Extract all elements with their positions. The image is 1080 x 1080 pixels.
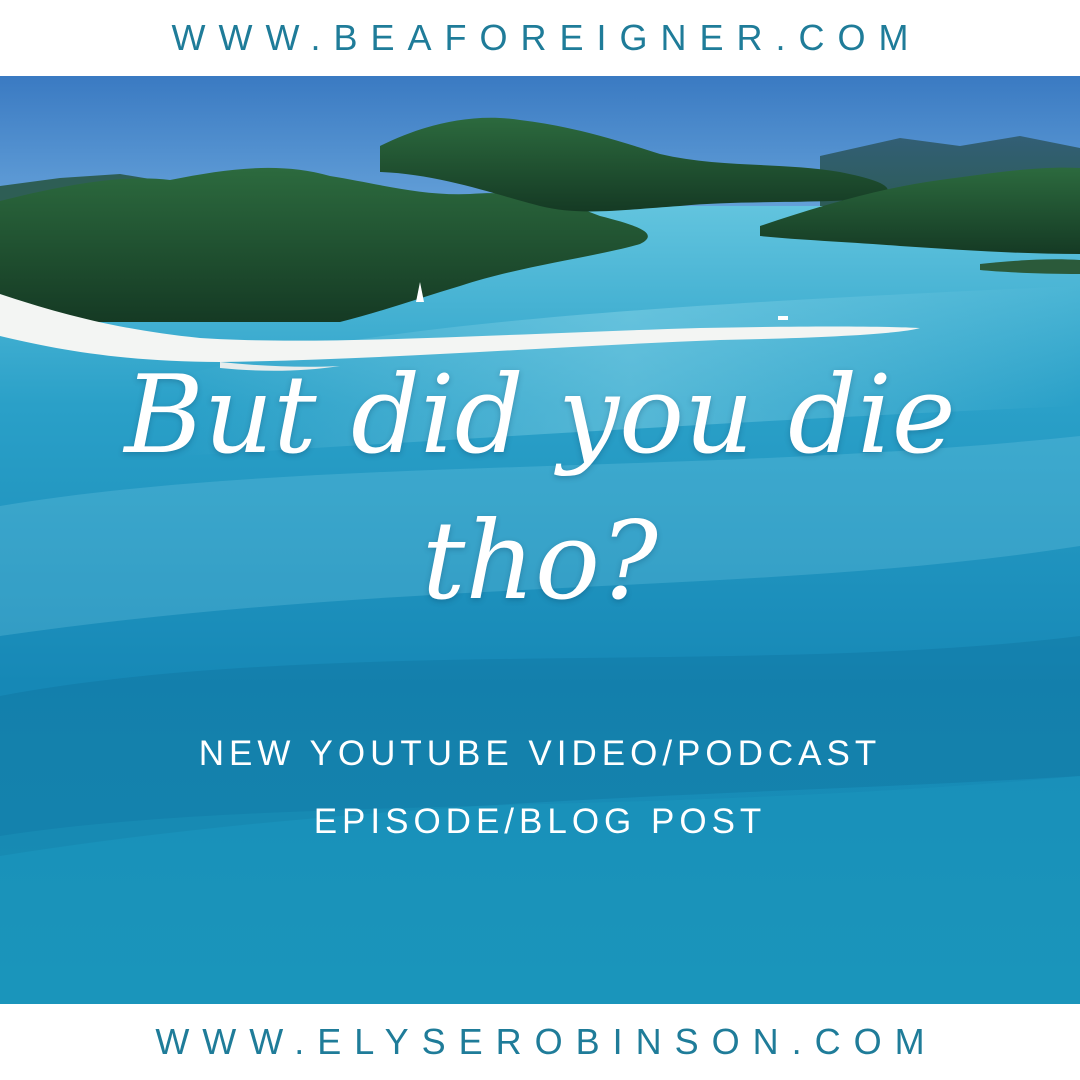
bottom-website-url: WWW.ELYSEROBINSON.COM xyxy=(155,1021,938,1062)
promo-graphic: WWW.BEAFOREIGNER.COM But did you die tho… xyxy=(0,0,1080,1080)
headline-line-1: But did you die xyxy=(124,353,956,478)
top-url-band: WWW.BEAFOREIGNER.COM xyxy=(0,0,1080,76)
bottom-url-band: WWW.ELYSEROBINSON.COM xyxy=(0,1004,1080,1080)
subtitle-line-2: EPISODE/BLOG POST xyxy=(313,802,767,841)
headline-line-2: tho? xyxy=(422,499,658,624)
top-website-url: WWW.BEAFOREIGNER.COM xyxy=(171,17,922,58)
subtitle-line-1: NEW YOUTUBE VIDEO/PODCAST xyxy=(198,734,882,773)
